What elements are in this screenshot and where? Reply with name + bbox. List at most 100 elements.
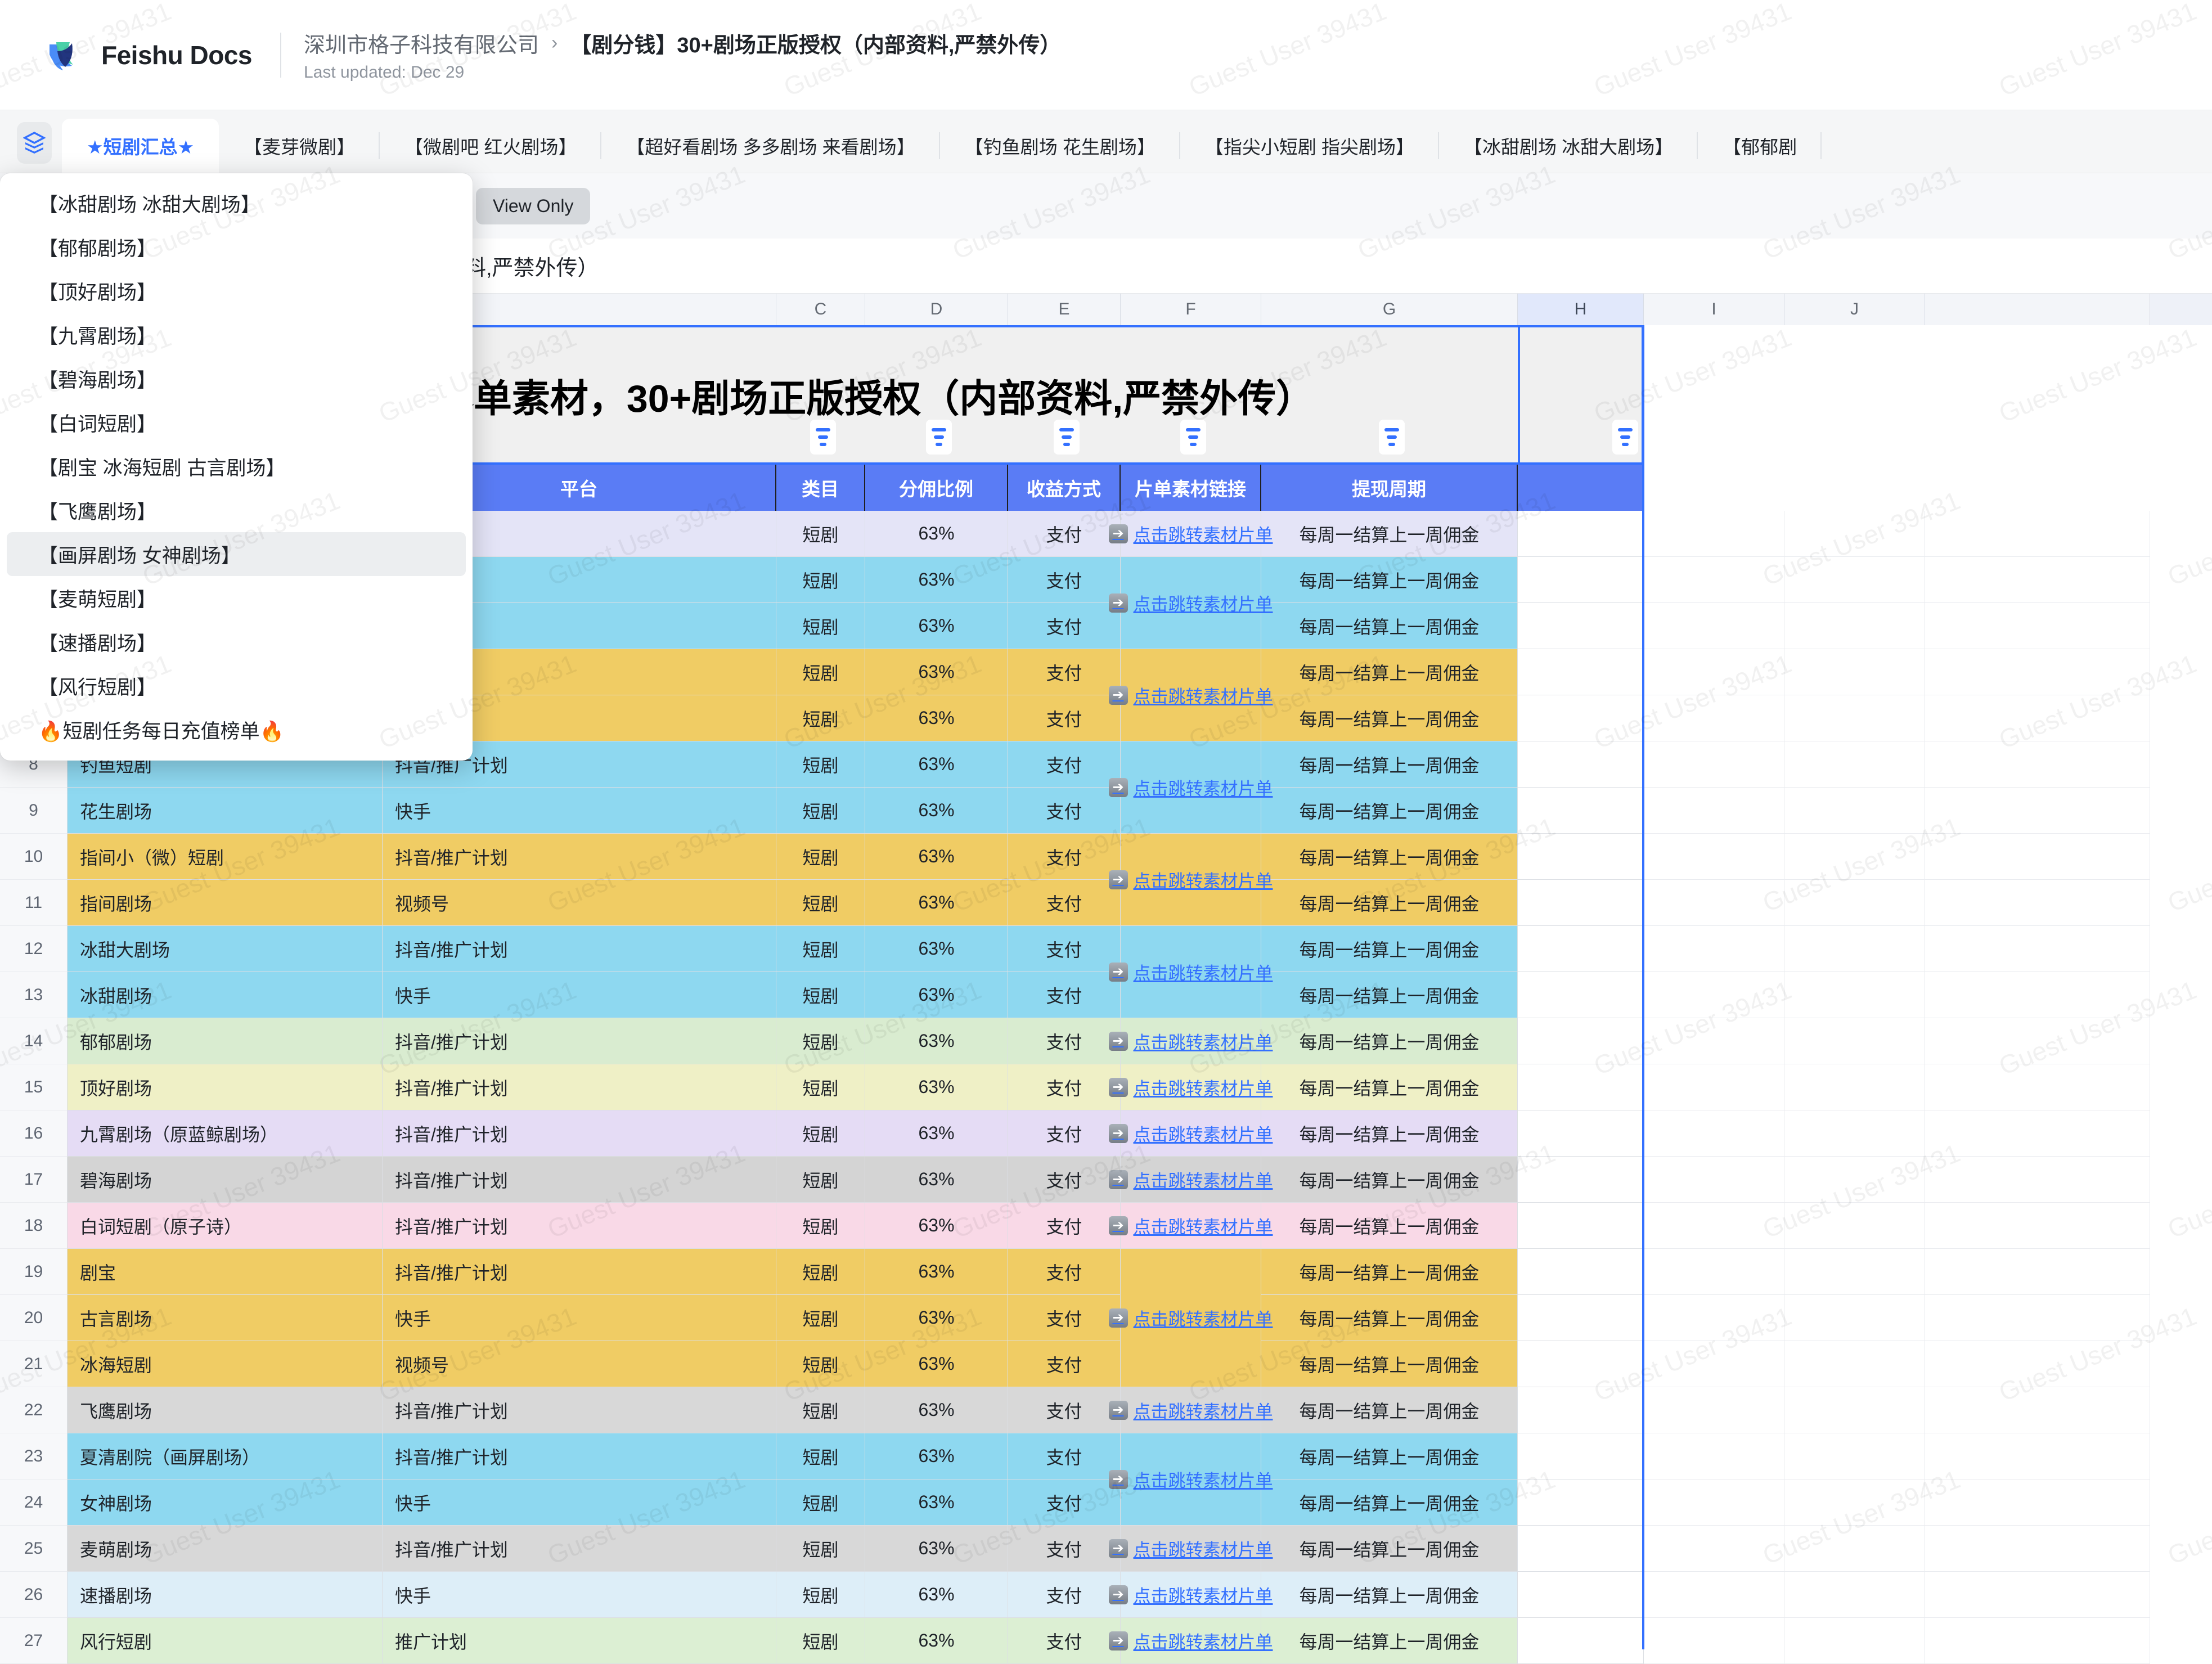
cell-withdraw-cycle[interactable]: 每周一结算上一周佣金 <box>1261 741 1518 788</box>
cell-category[interactable]: 短剧 <box>776 880 865 926</box>
cell-platform[interactable]: 抖音/推广计划 <box>383 1526 776 1572</box>
cell-withdraw-cycle[interactable]: 每周一结算上一周佣金 <box>1261 603 1518 649</box>
row-number[interactable]: 26 <box>0 1572 68 1618</box>
cell-category[interactable]: 短剧 <box>776 1341 865 1387</box>
cell-empty-K[interactable] <box>1925 1018 2150 1064</box>
material-link[interactable]: ➔点击跳转素材片单 <box>1109 521 1273 546</box>
cell-empty-I[interactable] <box>1644 834 1784 880</box>
cell-withdraw-cycle[interactable]: 每周一结算上一周佣金 <box>1261 972 1518 1018</box>
cell-theater-name[interactable]: 剧宝 <box>68 1249 383 1295</box>
cell-empty-J[interactable] <box>1784 1572 1925 1618</box>
cell-commission-rate[interactable]: 63% <box>865 1018 1008 1064</box>
cell-empty-J[interactable] <box>1784 972 1925 1018</box>
table-row[interactable]: 11指间剧场视频号短剧63%支付每周一结算上一周佣金 <box>0 880 2212 926</box>
row-number[interactable]: 20 <box>0 1295 68 1341</box>
cell-revenue-method[interactable]: 支付 <box>1008 511 1121 557</box>
table-row[interactable]: 17碧海剧场抖音/推广计划短剧63%支付每周一结算上一周佣金 <box>0 1157 2212 1203</box>
cell-platform[interactable]: 视频号 <box>383 880 776 926</box>
column-header-F[interactable]: F <box>1121 294 1261 325</box>
table-row[interactable]: 14郁郁剧场抖音/推广计划短剧63%支付每周一结算上一周佣金 <box>0 1018 2212 1064</box>
cell-revenue-method[interactable]: 支付 <box>1008 1203 1121 1249</box>
cell-empty-K[interactable] <box>1925 1572 2150 1618</box>
cell-platform[interactable]: 视频号 <box>383 1341 776 1387</box>
cell-theater-name[interactable]: 九霄剧场（原蓝鲸剧场） <box>68 1110 383 1157</box>
cell-commission-rate[interactable]: 63% <box>865 1387 1008 1433</box>
cell-empty-K[interactable] <box>1925 603 2150 649</box>
cell-empty-J[interactable] <box>1784 1618 1925 1664</box>
wrap-align-icon-1[interactable] <box>926 420 952 455</box>
sheet-menu-item-3[interactable]: 【九霄剧场】 <box>0 313 473 357</box>
cell-category[interactable]: 短剧 <box>776 649 865 695</box>
cell-revenue-method[interactable]: 支付 <box>1008 1295 1121 1341</box>
row-number[interactable]: 13 <box>0 972 68 1018</box>
cell-revenue-method[interactable]: 支付 <box>1008 1249 1121 1295</box>
cell-commission-rate[interactable]: 63% <box>865 603 1008 649</box>
cell-withdraw-cycle[interactable]: 每周一结算上一周佣金 <box>1261 1526 1518 1572</box>
cell-revenue-method[interactable]: 支付 <box>1008 741 1121 788</box>
cell-theater-name[interactable]: 冰甜大剧场 <box>68 926 383 972</box>
cell-platform[interactable]: 抖音/推广计划 <box>383 1249 776 1295</box>
cell-empty-J[interactable] <box>1784 1295 1925 1341</box>
table-header-H[interactable] <box>1518 465 1644 511</box>
material-link[interactable]: ➔点击跳转素材片单 <box>1109 1121 1273 1146</box>
cell-revenue-method[interactable]: 支付 <box>1008 1479 1121 1526</box>
cell-withdraw-cycle[interactable]: 每周一结算上一周佣金 <box>1261 511 1518 557</box>
cell-empty-J[interactable] <box>1784 788 1925 834</box>
breadcrumb-org[interactable]: 深圳市格子科技有限公司 <box>304 28 539 59</box>
cell-category[interactable]: 短剧 <box>776 1387 865 1433</box>
cell-revenue-method[interactable]: 支付 <box>1008 1618 1121 1664</box>
table-row[interactable]: 12冰甜大剧场抖音/推广计划短剧63%支付每周一结算上一周佣金 <box>0 926 2212 972</box>
table-header-C[interactable]: 类目 <box>776 465 865 511</box>
cell-withdraw-cycle[interactable]: 每周一结算上一周佣金 <box>1261 1249 1518 1295</box>
material-link[interactable]: ➔点击跳转素材片单 <box>1109 1074 1273 1100</box>
material-link[interactable]: ➔点击跳转素材片单 <box>1109 682 1273 708</box>
cell-commission-rate[interactable]: 63% <box>865 649 1008 695</box>
cell-category[interactable]: 短剧 <box>776 1526 865 1572</box>
row-number[interactable]: 18 <box>0 1203 68 1249</box>
cell-theater-name[interactable]: 冰海短剧 <box>68 1341 383 1387</box>
cell-empty-J[interactable] <box>1784 511 1925 557</box>
cell-platform[interactable]: 抖音/推广计划 <box>383 926 776 972</box>
table-header-F[interactable]: 片单素材链接 <box>1121 465 1261 511</box>
cell-theater-name[interactable]: 碧海剧场 <box>68 1157 383 1203</box>
cell-empty-K[interactable] <box>1925 1110 2150 1157</box>
cell-category[interactable]: 短剧 <box>776 1018 865 1064</box>
material-link[interactable]: ➔点击跳转素材片单 <box>1109 1536 1273 1561</box>
cell-empty-H[interactable] <box>1518 695 1644 741</box>
cell-empty-J[interactable] <box>1784 834 1925 880</box>
table-row[interactable]: 16九霄剧场（原蓝鲸剧场）抖音/推广计划短剧63%支付每周一结算上一周佣金 <box>0 1110 2212 1157</box>
cell-material-link[interactable]: ➔点击跳转素材片单 <box>1121 511 1261 557</box>
cell-platform[interactable]: 抖音/推广计划 <box>383 1157 776 1203</box>
cell-commission-rate[interactable]: 63% <box>865 880 1008 926</box>
row-number[interactable]: 15 <box>0 1064 68 1110</box>
sheet-menu-item-12[interactable]: 🔥短剧任务每日充值榜单🔥 <box>0 708 473 752</box>
cell-empty-J[interactable] <box>1784 1387 1925 1433</box>
cell-commission-rate[interactable]: 63% <box>865 1249 1008 1295</box>
sheet-menu-item-11[interactable]: 【风行短剧】 <box>0 664 473 708</box>
table-row[interactable]: 9花生剧场快手短剧63%支付每周一结算上一周佣金 <box>0 788 2212 834</box>
cell-empty-H[interactable] <box>1518 557 1644 603</box>
cell-empty-J[interactable] <box>1784 1110 1925 1157</box>
column-header-I[interactable]: I <box>1644 294 1784 325</box>
cell-empty-H[interactable] <box>1518 880 1644 926</box>
cell-withdraw-cycle[interactable]: 每周一结算上一周佣金 <box>1261 788 1518 834</box>
cell-empty-H[interactable] <box>1518 603 1644 649</box>
column-header-C[interactable]: C <box>776 294 865 325</box>
row-number[interactable]: 16 <box>0 1110 68 1157</box>
table-row[interactable]: 13冰甜剧场快手短剧63%支付每周一结算上一周佣金 <box>0 972 2212 1018</box>
cell-platform[interactable]: 快手 <box>383 1572 776 1618</box>
cell-empty-I[interactable] <box>1644 1110 1784 1157</box>
cell-empty-K[interactable] <box>1925 1341 2150 1387</box>
sheet-menu-item-2[interactable]: 【顶好剧场】 <box>0 269 473 313</box>
cell-theater-name[interactable]: 郁郁剧场 <box>68 1018 383 1064</box>
row-number[interactable]: 11 <box>0 880 68 926</box>
cell-empty-H[interactable] <box>1518 788 1644 834</box>
cell-withdraw-cycle[interactable]: 每周一结算上一周佣金 <box>1261 1479 1518 1526</box>
table-row[interactable]: 21冰海短剧视频号短剧63%支付每周一结算上一周佣金 <box>0 1341 2212 1387</box>
row-number[interactable]: 17 <box>0 1157 68 1203</box>
cell-empty-H[interactable] <box>1518 1157 1644 1203</box>
cell-empty-K[interactable] <box>1925 834 2150 880</box>
cell-empty-I[interactable] <box>1644 1572 1784 1618</box>
table-row[interactable]: 25麦萌剧场抖音/推广计划短剧63%支付每周一结算上一周佣金 <box>0 1526 2212 1572</box>
cell-withdraw-cycle[interactable]: 每周一结算上一周佣金 <box>1261 1018 1518 1064</box>
